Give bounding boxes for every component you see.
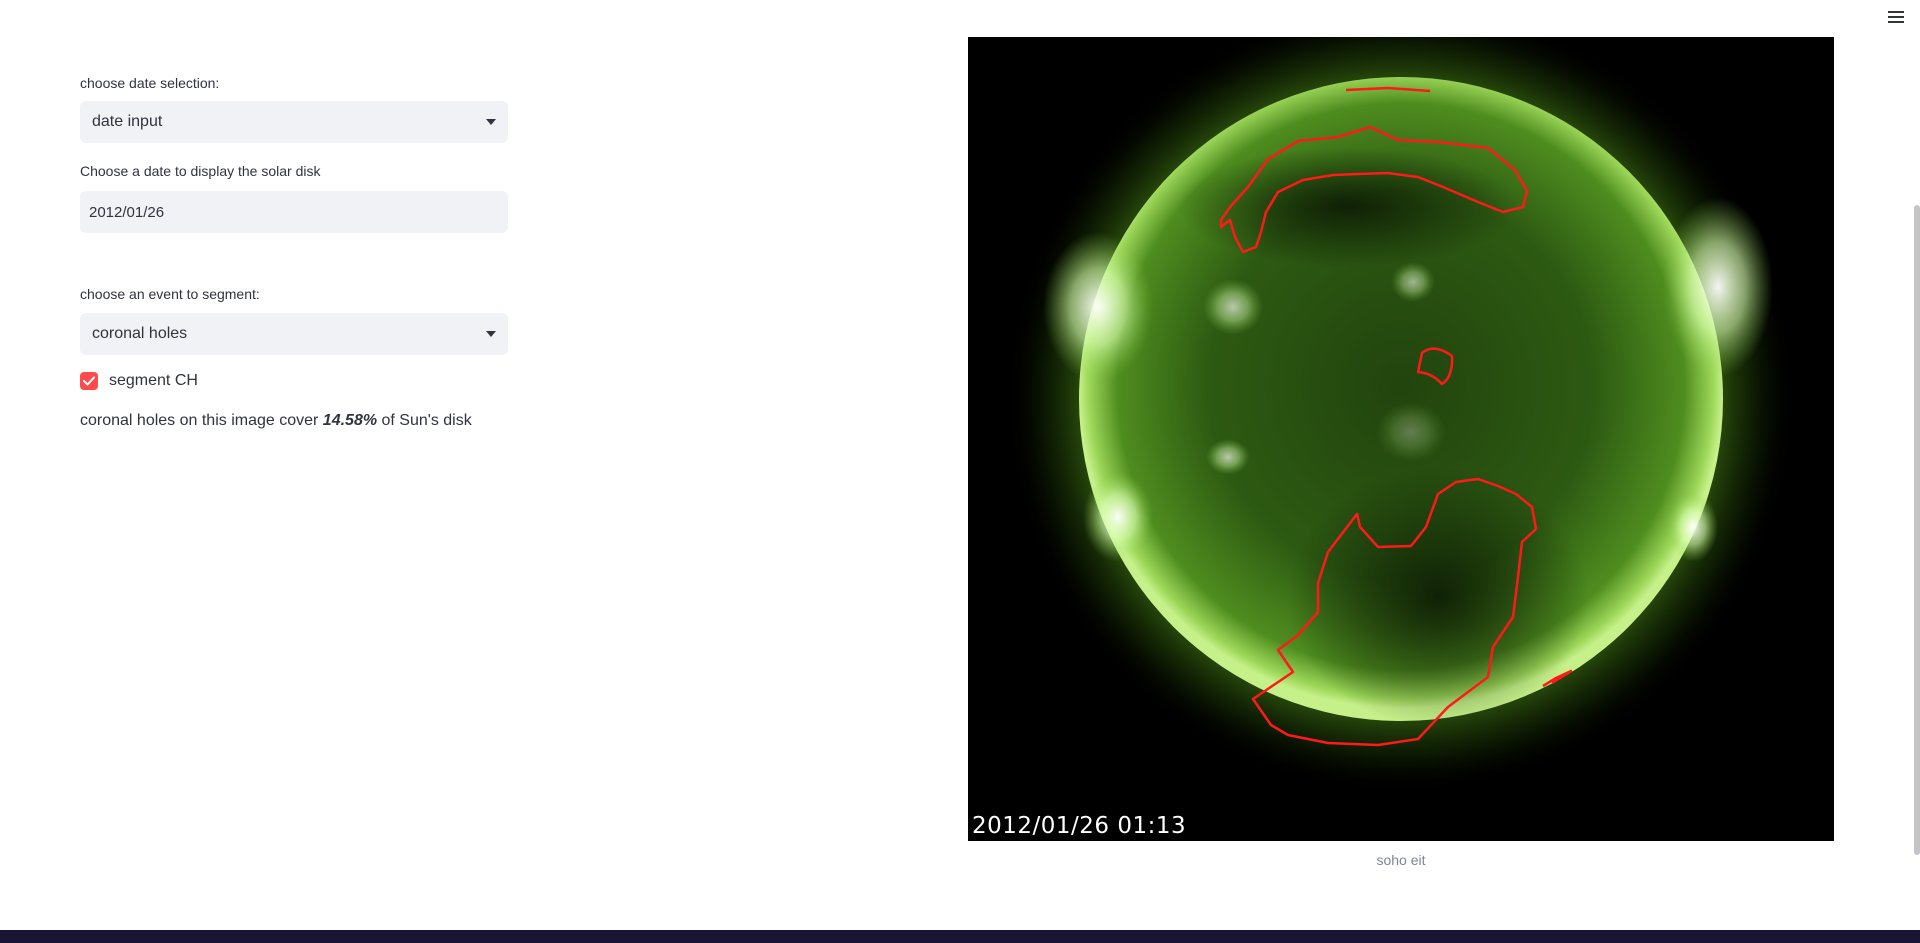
coverage-percent: 14.58%	[322, 412, 378, 429]
image-caption: soho eit	[1376, 852, 1426, 868]
coverage-prefix: coronal holes on this image cover	[80, 412, 323, 429]
date-selection-select[interactable]: date input	[80, 101, 508, 143]
image-timestamp: 2012/01/26 01:13	[972, 813, 1187, 839]
hamburger-menu-icon[interactable]	[1884, 8, 1908, 24]
date-input-value: 2012/01/26	[89, 203, 165, 221]
date-input-label: Choose a date to display the solar disk	[80, 163, 321, 179]
coverage-result-text: coronal holes on this image cover 14.58%…	[80, 412, 472, 430]
date-selection-value: date input	[92, 113, 163, 130]
date-selection-label: choose date selection:	[80, 75, 220, 91]
event-select-value: coronal holes	[92, 325, 188, 342]
date-input[interactable]: 2012/01/26	[80, 191, 508, 233]
event-select-label: choose an event to segment:	[80, 286, 260, 302]
chevron-down-icon	[486, 331, 496, 337]
bottom-edge	[0, 930, 1920, 943]
coverage-suffix: of Sun's disk	[377, 412, 472, 429]
scrollbar[interactable]	[1914, 205, 1920, 855]
segment-ch-checkbox-row[interactable]: segment CH	[80, 372, 198, 390]
checkmark-icon	[83, 376, 95, 386]
sun-disk-graphic	[1006, 37, 1796, 794]
segment-ch-checkbox[interactable]	[80, 372, 98, 390]
solar-disk-image: 2012/01/26 01:13	[968, 37, 1834, 841]
segment-ch-label: segment CH	[109, 372, 198, 389]
chevron-down-icon	[486, 119, 496, 125]
event-select[interactable]: coronal holes	[80, 313, 508, 355]
